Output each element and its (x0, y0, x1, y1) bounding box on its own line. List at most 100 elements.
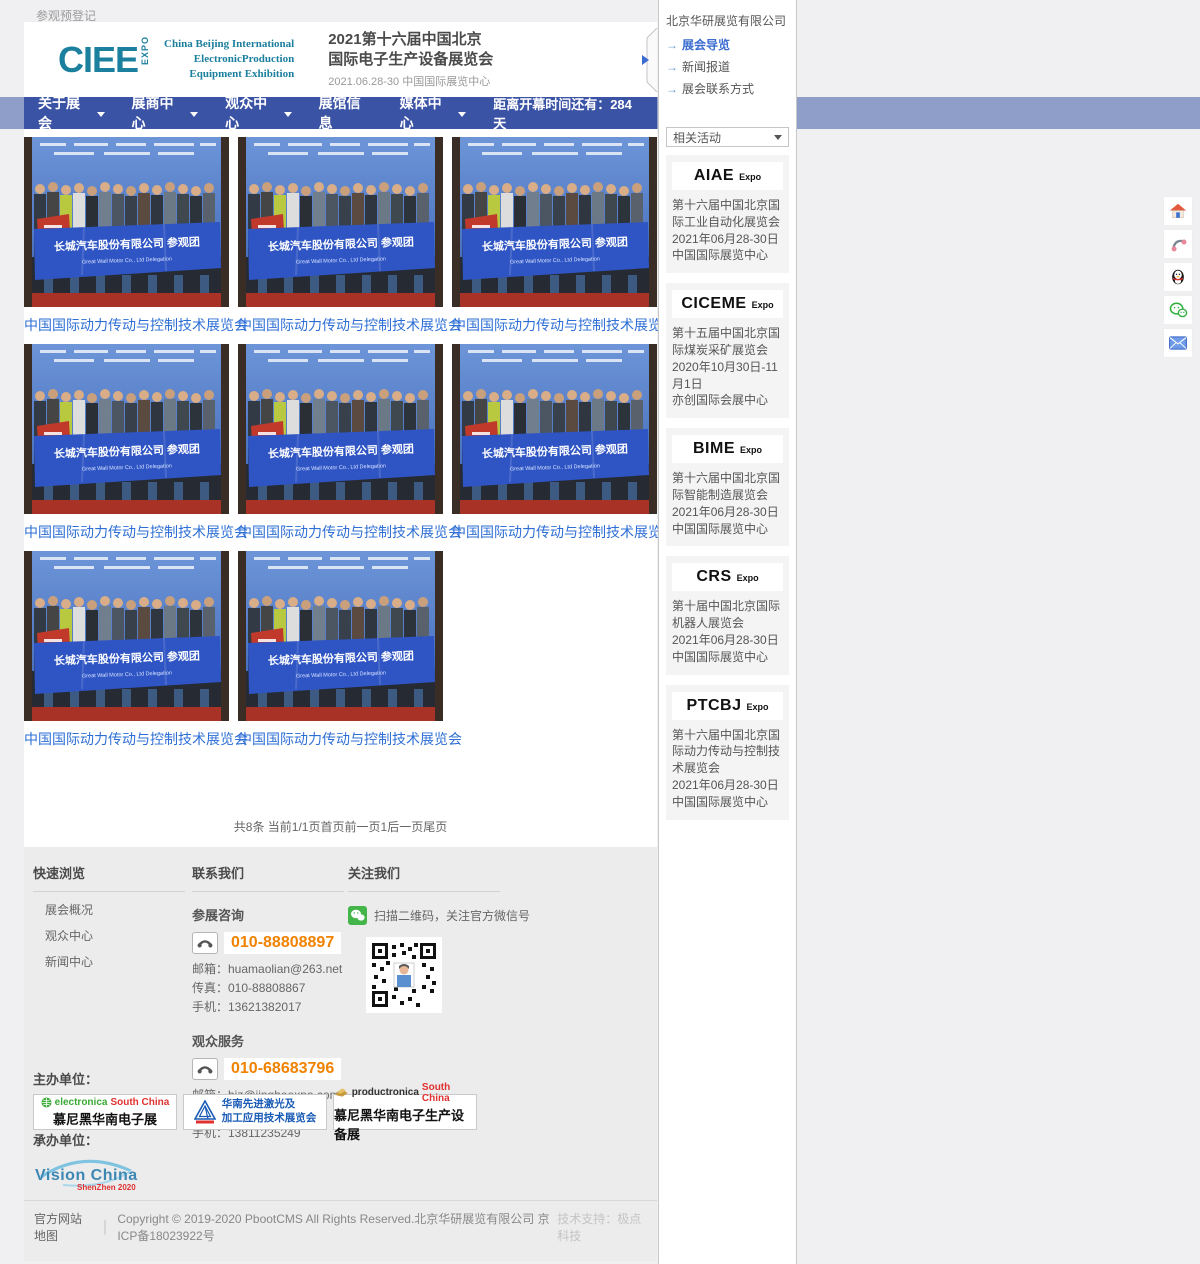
gallery-caption[interactable]: 中国国际动力传动与控制技术展览会 (452, 307, 657, 344)
pagination-last[interactable]: 尾页 (423, 820, 447, 834)
caret-down-icon (284, 112, 292, 117)
quick-link-overview[interactable]: 展会概况 (45, 901, 185, 918)
gallery-caption[interactable]: 中国国际动力传动与控制技术展览会 (24, 514, 229, 551)
expo-card[interactable]: CICEMEExpo 第十五届中国北京国际煤炭采矿展览会 2020年10月30日… (666, 283, 789, 418)
host-logo-productronica[interactable]: productronica South China 慕尼黑华南电子生产设备展 (333, 1094, 477, 1130)
qq-button[interactable] (1163, 262, 1193, 292)
sidebar-link-label: 展会联系方式 (682, 80, 754, 97)
vision-china-logo[interactable]: Vision China ShenZhen 2020 (33, 1155, 143, 1195)
logo-text: CIEE (58, 42, 138, 78)
gallery-photo[interactable]: 长城汽车股份有限公司 参观团 Great Wall Motor Co., Ltd… (452, 344, 657, 514)
host-logo-laser[interactable]: 华南先进激光及 加工应用技术展览会 (183, 1094, 327, 1130)
host-laser-line1: 华南先进激光及 (222, 1098, 317, 1112)
quick-link-news[interactable]: 新闻中心 (45, 953, 185, 970)
host-cn-name: 慕尼黑华南电子展 (53, 1109, 157, 1128)
qr-code (366, 937, 442, 1013)
wechat-button[interactable] (1163, 295, 1193, 325)
caret-down-icon (97, 112, 105, 117)
expo-card[interactable]: BIMEExpo 第十六届中国北京国际智能制造展览会 2021年06月28-30… (666, 428, 789, 546)
nav-item-visitor[interactable]: 观众中心 (225, 93, 292, 133)
pagination-prev[interactable]: 前一页 (344, 820, 380, 834)
nav-label: 展商中心 (132, 93, 186, 133)
mail-button[interactable] (1163, 328, 1193, 358)
exhibitor-mobile: 手机：13621382017 (192, 998, 344, 1017)
quick-link-visitor[interactable]: 观众中心 (45, 927, 185, 944)
contact-title: 联系我们 (192, 863, 344, 892)
nav-item-about[interactable]: 关于展会 (38, 93, 105, 133)
gallery-photo[interactable]: 长城汽车股份有限公司 参观团 Great Wall Motor Co., Ltd… (452, 137, 657, 307)
pagination-first[interactable]: 首页 (320, 820, 344, 834)
gallery-caption[interactable]: 中国国际动力传动与控制技术展览会 (238, 514, 443, 551)
home-button[interactable] (1163, 196, 1193, 226)
expo-list: AIAEExpo 第十六届中国北京国际工业自动化展览会 2021年06月28-3… (666, 155, 789, 820)
logo-en-line3: Equipment Exhibition (164, 67, 294, 82)
pagination: 共8条 当前1/1页首页前一页1后一页尾页 (24, 818, 657, 847)
phone-button[interactable] (1163, 229, 1193, 259)
caret-down-icon (190, 112, 198, 117)
expo-card[interactable]: AIAEExpo 第十六届中国北京国际工业自动化展览会 2021年06月28-3… (666, 155, 789, 273)
expo-date: 2021年06月28-30日 (672, 632, 783, 649)
arrow-right-icon: → (666, 60, 678, 74)
gallery-caption[interactable]: 中国国际动力传动与控制技术展览会 (452, 514, 657, 551)
sidebar-link-news[interactable]: →新闻报道 (666, 58, 789, 75)
gallery-photo[interactable]: 长城汽车股份有限公司 参观团 Great Wall Motor Co., Ltd… (238, 344, 443, 514)
nav-item-exhibitor[interactable]: 展商中心 (132, 93, 199, 133)
gallery-caption[interactable]: 中国国际动力传动与控制技术展览会 (238, 721, 443, 758)
expo-logo: CICEMEExpo (672, 290, 783, 318)
expo-logo: AIAEExpo (672, 162, 783, 190)
expo-logo-suffix: Expo (740, 445, 762, 455)
gallery-photo[interactable]: 长城汽车股份有限公司 参观团 Great Wall Motor Co., Ltd… (238, 551, 443, 721)
site-logo[interactable]: CIEE EXPO China Beijing International El… (58, 37, 294, 82)
gallery-photo[interactable]: 长城汽车股份有限公司 参观团 Great Wall Motor Co., Ltd… (24, 137, 229, 307)
contact-group-label: 观众服务 (192, 1031, 344, 1050)
site-header: CIEE EXPO China Beijing International El… (24, 22, 657, 97)
expo-logo: BIMEExpo (672, 435, 783, 463)
related-activities-select[interactable]: 相关活动 (666, 127, 789, 147)
gallery-item[interactable]: 长城汽车股份有限公司 参观团 Great Wall Motor Co., Ltd… (452, 137, 657, 344)
gallery-item[interactable]: 长城汽车股份有限公司 参观团 Great Wall Motor Co., Ltd… (24, 137, 229, 344)
productronica-icon (334, 1088, 349, 1098)
gallery-caption[interactable]: 中国国际动力传动与控制技术展览会 (24, 721, 229, 758)
exhibitor-phone-number[interactable]: 010-88808897 (224, 932, 341, 954)
gallery-item[interactable]: 长城汽车股份有限公司 参观团 Great Wall Motor Co., Ltd… (238, 344, 443, 551)
expo-logo-text: CRS (696, 568, 731, 586)
gallery-photo[interactable]: 长城汽车股份有限公司 参观团 Great Wall Motor Co., Ltd… (238, 137, 443, 307)
gallery-photo[interactable]: 长城汽车股份有限公司 参观团 Great Wall Motor Co., Ltd… (24, 344, 229, 514)
sitemap-link[interactable]: 官方网站地图 (34, 1210, 94, 1244)
nav-item-media[interactable]: 媒体中心 (400, 93, 467, 133)
nav-label: 展馆信息 (319, 93, 373, 133)
expo-venue: 中国国际展览中心 (672, 247, 783, 264)
gallery-item[interactable]: 长城汽车股份有限公司 参观团 Great Wall Motor Co., Ltd… (24, 551, 229, 758)
gallery-grid: 长城汽车股份有限公司 参观团 Great Wall Motor Co., Ltd… (24, 137, 657, 758)
phone-icon (192, 932, 218, 954)
exhibitor-email: 邮箱：huamaolian@263.net (192, 960, 344, 979)
expo-venue: 中国国际展览中心 (672, 649, 783, 666)
phone-row: 010-88808897 (192, 932, 344, 954)
expo-card[interactable]: PTCBJExpo 第十六届中国北京国际动力传动与控制技术展览会 2021年06… (666, 685, 789, 820)
footer-bottom-bar: 官方网站地图 │ Copyright © 2019-2020 PbootCMS … (24, 1200, 657, 1244)
expo-date: 2021年06月28-30日 (672, 777, 783, 794)
sidebar-link-contact[interactable]: →展会联系方式 (666, 80, 789, 97)
gallery-photo[interactable]: 长城汽车股份有限公司 参观团 Great Wall Motor Co., Ltd… (24, 551, 229, 721)
mail-icon (1169, 336, 1187, 350)
expo-date: 2021年06月28-30日 (672, 231, 783, 248)
gallery-item[interactable]: 长城汽车股份有限公司 参观团 Great Wall Motor Co., Ltd… (238, 551, 443, 758)
host-logos-row: electronica South China 慕尼黑华南电子展 华南先进激光及 (33, 1094, 648, 1130)
exhibition-title-line2: 国际电子生产设备展览会 (328, 50, 493, 70)
brand-region: South China (110, 1097, 169, 1108)
gallery-caption[interactable]: 中国国际动力传动与控制技术展览会 (24, 307, 229, 344)
expo-card[interactable]: CRSExpo 第十届中国北京国际机器人展览会 2021年06月28-30日 中… (666, 556, 789, 674)
gallery-item[interactable]: 长城汽车股份有限公司 参观团 Great Wall Motor Co., Ltd… (238, 137, 443, 344)
expo-venue: 中国国际展览中心 (672, 794, 783, 811)
expo-logo: PTCBJExpo (672, 692, 783, 720)
gallery-item[interactable]: 长城汽车股份有限公司 参观团 Great Wall Motor Co., Ltd… (452, 344, 657, 551)
brand-name: electronica (55, 1097, 108, 1108)
select-value: 相关活动 (673, 129, 721, 146)
gallery-item[interactable]: 长城汽车股份有限公司 参观团 Great Wall Motor Co., Ltd… (24, 344, 229, 551)
tech-support-text: 技术支持：极点科技 (557, 1210, 647, 1244)
pagination-next[interactable]: 后一页 (387, 820, 423, 834)
gallery-caption[interactable]: 中国国际动力传动与控制技术展览会 (238, 307, 443, 344)
host-logo-electronica[interactable]: electronica South China 慕尼黑华南电子展 (33, 1094, 177, 1130)
sidebar-link-guide[interactable]: →展会导览 (666, 36, 789, 53)
nav-item-venue[interactable]: 展馆信息 (319, 93, 373, 133)
